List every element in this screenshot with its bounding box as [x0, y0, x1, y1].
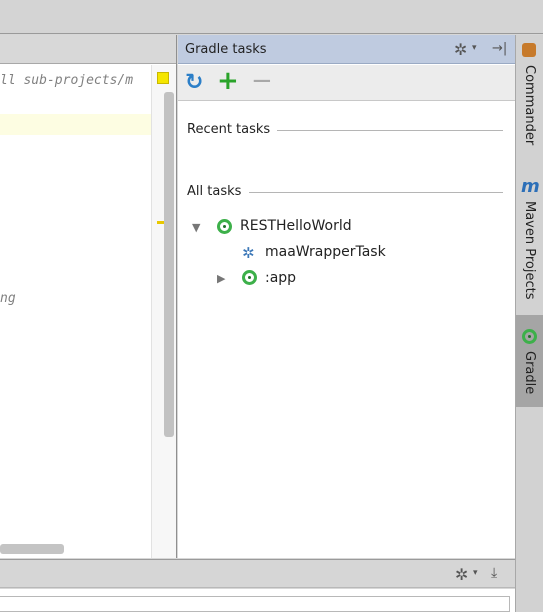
right-tool-strip: Commander m Maven Projects Gradle [515, 35, 543, 612]
commander-icon [522, 43, 536, 57]
tool-tab-label: Maven Projects [522, 201, 537, 300]
warning-marker-icon[interactable] [157, 72, 169, 84]
code-line: ll sub-projects/m [0, 73, 134, 88]
remove-icon[interactable]: − [251, 66, 273, 96]
bottom-tool-header: ✲ ▾ ⤓ [0, 559, 515, 588]
code-editor[interactable]: ll sub-projects/m ng [0, 35, 177, 558]
expanded-arrow-icon[interactable]: ▼ [192, 221, 200, 234]
tree-item-task[interactable]: maaWrapperTask [265, 244, 386, 260]
title-bar [0, 0, 543, 34]
recent-tasks-label: Recent tasks [187, 122, 271, 137]
gradle-tasks-panel: Gradle tasks ✲ ▾ →| ↻ + − Recent tasks A… [178, 35, 515, 558]
panel-title: Gradle tasks [185, 42, 267, 57]
tool-tab-commander[interactable]: Commander [516, 39, 543, 164]
vertical-scrollbar[interactable] [164, 92, 174, 437]
code-line: ng [0, 291, 16, 306]
gradle-project-icon [217, 219, 232, 234]
tool-tab-label: Commander [522, 65, 537, 146]
add-icon[interactable]: + [217, 66, 239, 96]
tool-tab-label: Gradle [522, 351, 537, 395]
gradle-icon [522, 329, 537, 344]
hide-panel-icon[interactable]: →| [492, 41, 507, 56]
chevron-down-icon[interactable]: ▾ [473, 568, 478, 578]
chevron-down-icon[interactable]: ▾ [472, 43, 477, 53]
horizontal-scrollbar[interactable] [0, 544, 64, 554]
tree-item-project[interactable]: RESTHelloWorld [240, 218, 352, 234]
bottom-panel-content [0, 596, 510, 612]
tree-item-module[interactable]: :app [265, 270, 296, 286]
gear-icon[interactable]: ✲ [454, 40, 467, 59]
gradle-module-icon [242, 270, 257, 285]
refresh-icon[interactable]: ↻ [185, 70, 203, 95]
collapsed-arrow-icon[interactable]: ▶ [217, 272, 225, 285]
editor-tab-strip [0, 35, 176, 64]
tool-tab-maven[interactable]: m Maven Projects [516, 175, 543, 310]
caret-line-highlight [0, 114, 151, 135]
all-tasks-label: All tasks [187, 184, 242, 199]
gradle-toolbar: ↻ + − [178, 65, 515, 101]
section-divider [249, 192, 503, 193]
hide-bottom-panel-icon[interactable]: ⤓ [491, 565, 497, 581]
maven-icon: m [521, 176, 540, 197]
tool-tab-gradle[interactable]: Gradle [516, 315, 543, 407]
gear-task-icon: ✲ [242, 244, 255, 262]
gear-icon[interactable]: ✲ [455, 565, 468, 584]
section-divider [277, 130, 503, 131]
gradle-panel-header: Gradle tasks ✲ ▾ →| [178, 35, 515, 64]
